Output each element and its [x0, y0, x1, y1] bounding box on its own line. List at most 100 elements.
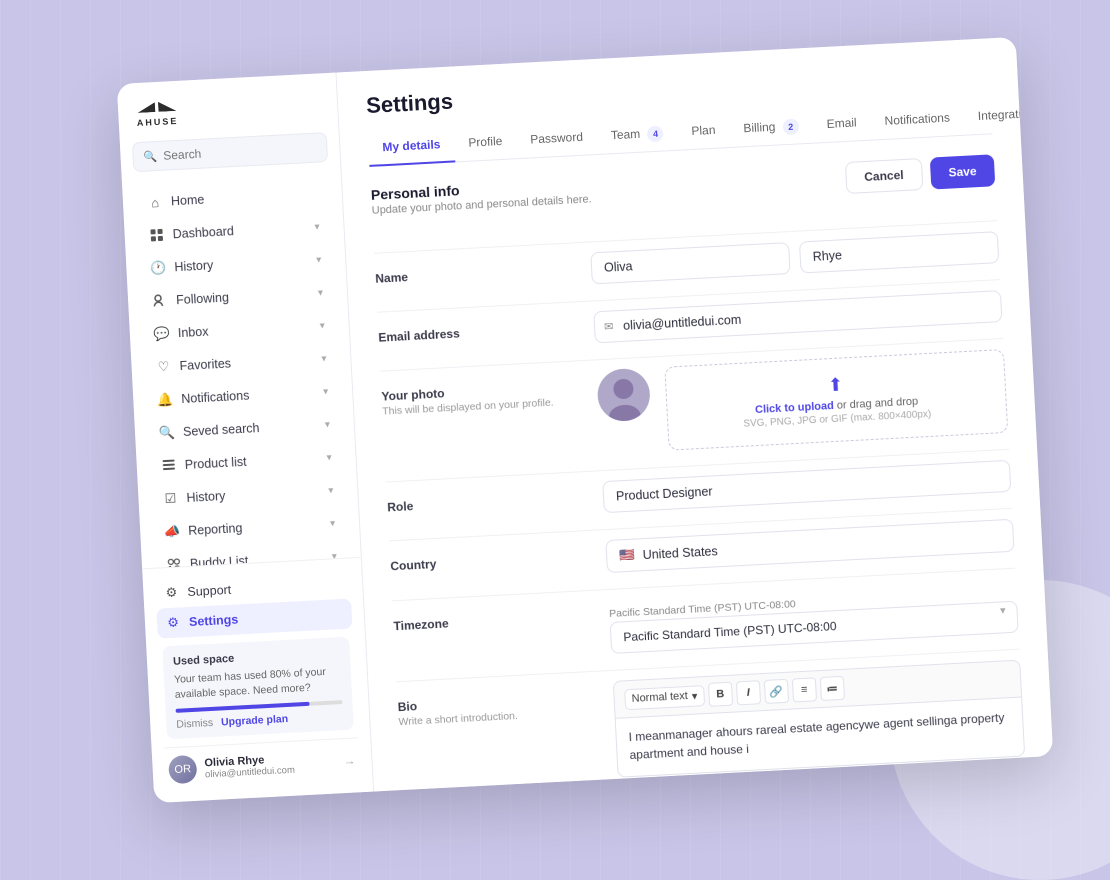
- tab-notifications[interactable]: Notifications: [870, 102, 965, 141]
- country-value: United States: [642, 544, 718, 562]
- progress-bar-fill: [176, 702, 310, 713]
- first-name-input[interactable]: [590, 242, 790, 284]
- dismiss-button[interactable]: Dismiss: [176, 717, 213, 731]
- used-space-desc: Your team has used 80% of your available…: [174, 664, 342, 704]
- history2-icon: ☑: [162, 490, 179, 507]
- settings-body: Personal info Update your photo and pers…: [341, 133, 1053, 792]
- sidebar-item-label: Inbox: [178, 325, 209, 341]
- tab-plan[interactable]: Plan: [677, 114, 731, 151]
- sidebar-item-label: History: [174, 258, 214, 274]
- role-row: Role: [387, 460, 1012, 525]
- product-list-icon: [160, 457, 177, 474]
- tab-email[interactable]: Email: [812, 107, 872, 144]
- settings-icon: ⚙: [165, 614, 182, 631]
- bio-row: Bio Write a short introduction. Normal t…: [397, 660, 1025, 790]
- support-icon: ⚙: [163, 584, 180, 601]
- chevron-down-icon: ▾: [325, 419, 331, 430]
- logo-shape: AHUSE: [136, 101, 179, 128]
- tab-profile[interactable]: Profile: [454, 125, 518, 162]
- sidebar-item-label: Notifications: [181, 389, 250, 407]
- tab-team[interactable]: Team 4: [596, 117, 678, 155]
- chevron-down-icon: ▾: [330, 518, 336, 529]
- settings-label: Settings: [189, 612, 239, 629]
- chevron-down-icon: ▾: [318, 287, 324, 298]
- italic-button[interactable]: I: [736, 680, 761, 705]
- dashboard-icon: [148, 227, 165, 244]
- tab-my-details[interactable]: My details: [368, 128, 456, 166]
- country-select[interactable]: 🇺🇸 United States: [605, 519, 1014, 573]
- tab-integrations[interactable]: Integrations: [963, 97, 1053, 136]
- bold-button[interactable]: B: [708, 682, 733, 707]
- used-space-actions: Dismiss Upgrade plan: [176, 710, 343, 731]
- form-actions: Cancel Save: [844, 154, 995, 194]
- list-button[interactable]: ≡: [792, 677, 817, 702]
- timezone-row: Timezone Pacific Standard Time (PST) UTC…: [393, 579, 1019, 666]
- following-icon: [152, 293, 169, 310]
- reporting-icon: 📣: [164, 523, 181, 540]
- logout-icon[interactable]: →: [343, 753, 356, 768]
- favorites-icon: ♡: [155, 359, 172, 376]
- upload-area[interactable]: ⬆ Click to upload or drag and drop SVG, …: [664, 349, 1008, 451]
- sidebar-item-label: Reporting: [188, 521, 243, 538]
- personal-info-header: Personal info Update your photo and pers…: [371, 175, 593, 236]
- sidebar-item-label: Favorites: [179, 356, 231, 373]
- country-label: Country: [390, 549, 590, 573]
- sidebar-item-label: Home: [171, 193, 205, 209]
- sidebar-item-label: Product list: [184, 455, 246, 472]
- format-select[interactable]: Normal text ▾: [624, 685, 705, 710]
- sidebar: AHUSE 🔍 ⌂ Home: [117, 73, 374, 804]
- logo-wing-right-icon: [158, 101, 176, 112]
- upgrade-button[interactable]: Upgrade plan: [221, 713, 289, 728]
- chevron-down-icon: ▾: [323, 386, 329, 397]
- chevron-down-icon: ▾: [319, 320, 325, 331]
- chevron-down-icon: ▾: [328, 485, 334, 496]
- country-row: Country 🇺🇸 United States: [390, 519, 1015, 585]
- main-card: AHUSE 🔍 ⌂ Home: [117, 37, 1053, 803]
- main-content: Settings My details Profile Password Tea…: [336, 37, 1053, 792]
- avatar-preview: [596, 368, 651, 423]
- email-label: Email address: [378, 320, 578, 344]
- sidebar-nav: ⌂ Home Dashb: [122, 171, 361, 568]
- sidebar-item-label: Seved search: [183, 421, 260, 439]
- tab-billing[interactable]: Billing 2: [729, 110, 814, 148]
- last-name-input[interactable]: [799, 231, 999, 273]
- chevron-down-icon: ▾: [314, 221, 320, 232]
- chevron-down-icon: ▾: [321, 353, 327, 364]
- billing-badge: 2: [782, 118, 799, 135]
- tab-password[interactable]: Password: [516, 121, 598, 159]
- country-flag-icon: 🇺🇸: [619, 548, 635, 564]
- support-label: Support: [187, 583, 231, 599]
- name-label: Name: [375, 261, 575, 285]
- chevron-down-icon: ▾: [326, 452, 332, 463]
- photo-area: ⬆ Click to upload or drag and drop SVG, …: [596, 349, 1008, 454]
- email-row: Email address ✉: [378, 290, 1003, 355]
- name-row: Name: [375, 231, 1000, 296]
- home-icon: ⌂: [147, 194, 164, 211]
- user-info: Olivia Rhye olivia@untitledui.com: [204, 750, 336, 780]
- inbox-icon: 💬: [154, 326, 171, 343]
- ordered-list-button[interactable]: ≔: [820, 676, 845, 701]
- link-button[interactable]: 🔗: [764, 679, 789, 704]
- timezone-label: Timezone: [393, 609, 593, 633]
- search-icon: 🔍: [143, 150, 157, 164]
- sidebar-item-label: Dashboard: [172, 224, 234, 241]
- sidebar-item-label: History: [186, 489, 226, 505]
- logo-text: AHUSE: [137, 116, 179, 128]
- sidebar-item-label: Following: [176, 290, 229, 307]
- save-button[interactable]: Save: [930, 154, 996, 189]
- cancel-button[interactable]: Cancel: [844, 158, 923, 194]
- logo-wing-left-icon: [137, 102, 155, 113]
- history-icon: 🕐: [150, 260, 167, 277]
- team-badge: 4: [647, 126, 664, 143]
- logo-wings: [137, 101, 176, 113]
- chevron-down-icon: ▾: [316, 254, 322, 265]
- search-input[interactable]: [163, 141, 317, 163]
- sidebar-bottom: ⚙ Support ⚙ Settings Used space Your tea…: [142, 557, 373, 803]
- chevron-down-icon: ▾: [691, 689, 697, 702]
- used-space-box: Used space Your team has used 80% of you…: [162, 637, 354, 740]
- email-icon: ✉: [604, 320, 614, 333]
- notifications-icon: 🔔: [157, 392, 174, 409]
- saved-search-icon: 🔍: [159, 424, 176, 441]
- card-wrapper: AHUSE 🔍 ⌂ Home: [117, 37, 1053, 803]
- avatar: OR: [168, 755, 197, 784]
